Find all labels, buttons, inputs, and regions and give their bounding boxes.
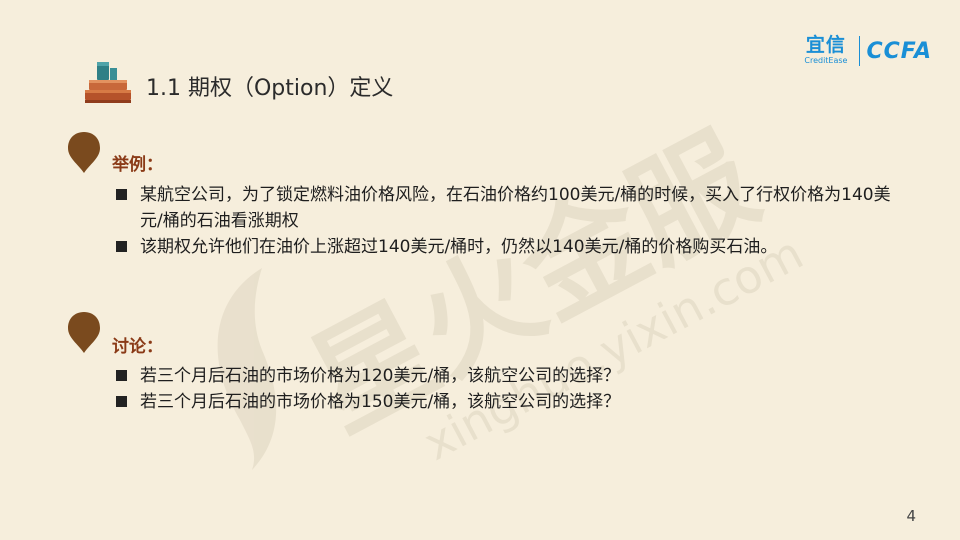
- watermark-en: xinghuo.yixin.com: [415, 226, 812, 471]
- bullet-square-icon: [116, 370, 127, 381]
- list-item: 某航空公司，为了锁定燃料油价格风险，在石油价格约100美元/桶的时候，买入了行权…: [114, 182, 904, 234]
- bullet-text: 某航空公司，为了锁定燃料油价格风险，在石油价格约100美元/桶的时候，买入了行权…: [140, 185, 891, 231]
- list-item: 该期权允许他们在油价上涨超过140美元/桶时，仍然以140美元/桶的价格购买石油…: [114, 234, 904, 260]
- watermark: 星火金服 xinghuo.yixin.com: [217, 110, 812, 471]
- bullet-square-icon: [116, 241, 127, 252]
- ccfa-logo: CCFA: [866, 38, 932, 64]
- page-title: 1.1 期权（Option）定义: [146, 76, 394, 101]
- logo-en: CreditEase: [804, 56, 848, 65]
- creditease-logo: 宜信 CreditEase: [804, 36, 847, 66]
- location-pin-icon: [68, 132, 100, 173]
- list-item: 若三个月后石油的市场价格为150美元/桶，该航空公司的选择？: [114, 389, 904, 415]
- logo-cn: 宜信: [805, 34, 846, 56]
- bullet-text: 若三个月后石油的市场价格为120美元/桶，该航空公司的选择？: [140, 366, 621, 386]
- section-heading: 讨论：: [112, 337, 163, 357]
- page-number: 4: [906, 507, 916, 525]
- bullet-list: 若三个月后石油的市场价格为120美元/桶，该航空公司的选择？ 若三个月后石油的市…: [114, 363, 904, 415]
- books-icon: [85, 62, 131, 103]
- bullet-text: 若三个月后石油的市场价格为150美元/桶，该航空公司的选择？: [140, 392, 621, 412]
- list-item: 若三个月后石油的市场价格为120美元/桶，该航空公司的选择？: [114, 363, 904, 389]
- brand-logos: 宜信 CreditEase CCFA: [804, 34, 932, 68]
- section-heading: 举例：: [112, 155, 163, 175]
- logo-divider: [859, 36, 861, 66]
- location-pin-icon: [68, 312, 100, 353]
- bullet-square-icon: [116, 396, 127, 407]
- bullet-square-icon: [116, 189, 127, 200]
- bullet-list: 某航空公司，为了锁定燃料油价格风险，在石油价格约100美元/桶的时候，买入了行权…: [114, 182, 904, 260]
- bullet-text: 该期权允许他们在油价上涨超过140美元/桶时，仍然以140美元/桶的价格购买石油…: [140, 237, 778, 257]
